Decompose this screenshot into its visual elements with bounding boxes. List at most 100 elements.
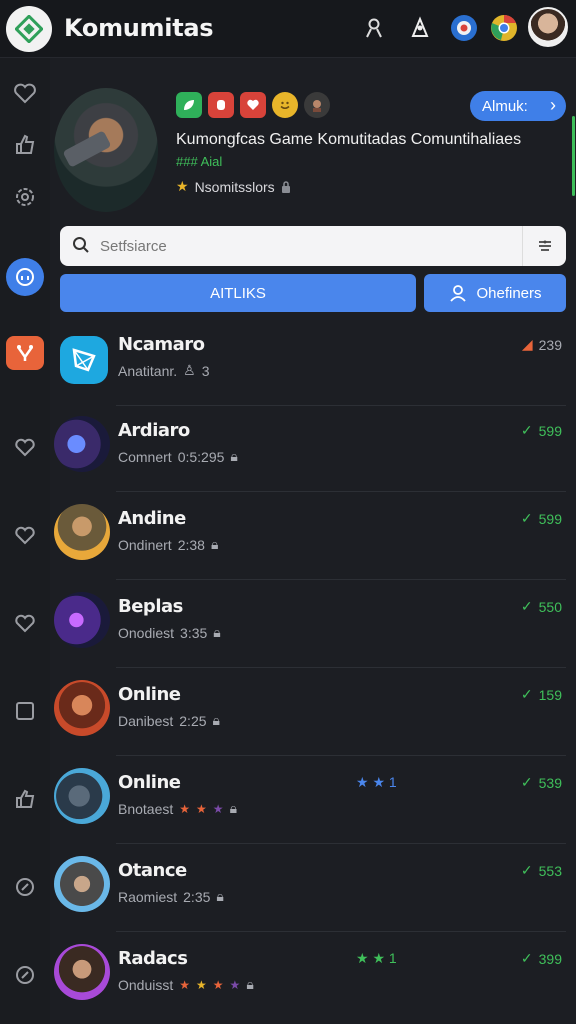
person-icon: ♙ bbox=[183, 362, 196, 378]
chrome-icon[interactable] bbox=[488, 12, 520, 44]
item-meta-value: 2:38 bbox=[177, 536, 205, 553]
game-thumbnail bbox=[54, 504, 110, 560]
scroll-indicator bbox=[572, 116, 575, 196]
item-name: Ncamaro bbox=[118, 334, 205, 355]
star-icon: ★ bbox=[196, 977, 207, 992]
join-community-button[interactable]: Almuk: › bbox=[470, 91, 566, 121]
lock-icon: 🔒︎ bbox=[210, 536, 219, 552]
lock-icon: 🔒︎ bbox=[216, 888, 224, 904]
check-icon: ✓ bbox=[520, 686, 533, 702]
item-name: Online bbox=[118, 772, 181, 793]
lock-icon: 🔒︎ bbox=[230, 448, 238, 464]
moderators-label: Nsomitsslors bbox=[194, 178, 275, 195]
item-meta: Onduisst ★ ★ ★ ★ 🔒︎ bbox=[118, 976, 254, 993]
item-meta-label: Onodiest bbox=[118, 624, 175, 641]
item-meta-value: 2:25 bbox=[179, 712, 207, 729]
item-name: Online bbox=[118, 684, 181, 705]
game-thumbnail bbox=[54, 680, 110, 736]
community-name: Kumongfcas Game Komutitadas Comuntihalia… bbox=[176, 131, 522, 148]
search-bar[interactable] bbox=[60, 226, 566, 266]
heart-badge-icon bbox=[240, 92, 266, 118]
item-count-value: 159 bbox=[538, 686, 562, 703]
heart-icon[interactable] bbox=[12, 434, 38, 460]
item-meta-value: 0:5:295 bbox=[177, 448, 225, 465]
item-count-value: 539 bbox=[538, 774, 562, 791]
globe-badge-icon[interactable] bbox=[448, 12, 480, 44]
thumbs-up-icon[interactable] bbox=[10, 130, 40, 160]
search-input[interactable] bbox=[100, 232, 530, 260]
search-icon bbox=[72, 236, 90, 259]
game-thumbnail bbox=[54, 944, 110, 1000]
game-thumbnail bbox=[60, 336, 108, 384]
list-item[interactable]: Ardiaro Comnert 0:5:295 🔒︎ ✓ 599 bbox=[50, 404, 566, 492]
compass-icon[interactable] bbox=[12, 874, 38, 900]
list-item[interactable]: Radacs Onduisst ★ ★ ★ ★ 🔒︎ ★ ★ 1 ✓ 399 bbox=[50, 932, 566, 1020]
list-item[interactable]: Online Danibest 2:25 🔒︎ ✓ 159 bbox=[50, 668, 566, 756]
lock-icon: 🔒︎ bbox=[229, 800, 238, 816]
square-icon[interactable] bbox=[12, 698, 38, 724]
settings-gear-icon[interactable] bbox=[10, 182, 40, 212]
mask-badge-icon bbox=[304, 92, 330, 118]
item-name: Otance bbox=[118, 860, 187, 881]
check-icon: ✓ bbox=[520, 774, 533, 790]
app-logo[interactable] bbox=[6, 6, 52, 52]
item-meta: Raomiest 2:35 🔒︎ bbox=[118, 888, 224, 905]
compass-icon[interactable] bbox=[12, 962, 38, 988]
heart-icon[interactable] bbox=[10, 78, 40, 108]
heart-icon[interactable] bbox=[12, 522, 38, 548]
bell-cone-icon[interactable] bbox=[404, 12, 436, 44]
list-item[interactable]: Online Bnotaest ★ ★ ★ 🔒︎ ★ ★ 1 ✓ 539 bbox=[50, 756, 566, 844]
item-count: ✓ 599 bbox=[521, 422, 562, 439]
chevron-right-icon: › bbox=[550, 95, 556, 115]
item-count-value: 550 bbox=[538, 598, 562, 615]
game-thumbnail bbox=[54, 416, 110, 472]
user-avatar[interactable] bbox=[528, 7, 568, 47]
list-item[interactable]: Ncamaro Anatitanr. ♙ 3 ◢ 239 bbox=[50, 318, 566, 406]
app-title: Komumitas bbox=[64, 14, 214, 42]
tab-members[interactable]: Ohefiners bbox=[424, 274, 566, 312]
star-icon: ★ bbox=[212, 977, 224, 992]
item-count-value: 239 bbox=[538, 336, 562, 353]
heart-icon[interactable] bbox=[12, 610, 38, 636]
check-icon: ✓ bbox=[520, 422, 533, 438]
star-icon: ★ bbox=[229, 977, 241, 992]
item-name: Ardiaro bbox=[118, 420, 190, 441]
lock-icon: 🔒︎ bbox=[212, 712, 220, 728]
star-icon: ★ bbox=[372, 950, 386, 966]
star-icon: ★ bbox=[212, 801, 224, 816]
item-meta: Anatitanr. ♙ 3 bbox=[118, 362, 210, 379]
tab-members-label: Ohefiners bbox=[476, 284, 542, 302]
leaf-badge-icon bbox=[176, 92, 202, 118]
filter-sliders-icon[interactable] bbox=[522, 226, 566, 266]
lock-icon: 🔒︎ bbox=[213, 624, 221, 640]
item-meta-label: Raomiest bbox=[118, 888, 178, 905]
item-rating: ★ ★ 1 bbox=[356, 774, 397, 791]
item-count: ✓ 550 bbox=[521, 598, 562, 615]
community-moderators[interactable]: ★ Nsomitsslors bbox=[176, 178, 291, 195]
item-name: Beplas bbox=[118, 596, 183, 617]
profile-icon[interactable] bbox=[358, 12, 390, 44]
list-item[interactable]: Andine Ondinert 2:38 🔒︎ ✓ 599 bbox=[50, 492, 566, 580]
thumbs-up-icon[interactable] bbox=[12, 786, 38, 812]
community-avatar bbox=[54, 88, 158, 212]
shield-badge-icon bbox=[208, 92, 234, 118]
item-meta-label: Ondinert bbox=[118, 536, 172, 553]
community-tag: ### Aial bbox=[176, 154, 223, 169]
community-nav-icon[interactable] bbox=[6, 258, 44, 296]
item-meta: Danibest 2:25 🔒︎ bbox=[118, 712, 220, 729]
item-count: ✓ 553 bbox=[521, 862, 562, 879]
item-meta-label: Comnert bbox=[118, 448, 172, 465]
smile-badge-icon bbox=[272, 92, 298, 118]
item-count-value: 553 bbox=[538, 862, 562, 879]
join-button-label: Almuk: bbox=[482, 97, 528, 115]
item-meta: Bnotaest ★ ★ ★ 🔒︎ bbox=[118, 800, 237, 817]
pen-icon: ◢ bbox=[521, 336, 533, 352]
star-icon: ★ bbox=[176, 178, 189, 194]
star-icon: ★ bbox=[356, 950, 369, 966]
list-item[interactable]: Beplas Onodiest 3:35 🔒︎ ✓ 550 bbox=[50, 580, 566, 668]
star-icon: ★ bbox=[196, 801, 207, 816]
star-icon: ★ bbox=[356, 774, 369, 790]
list-item[interactable]: Otance Raomiest 2:35 🔒︎ ✓ 553 bbox=[50, 844, 566, 932]
games-nav-icon[interactable] bbox=[6, 336, 44, 370]
tab-articles[interactable]: AITLIKS bbox=[60, 274, 416, 312]
